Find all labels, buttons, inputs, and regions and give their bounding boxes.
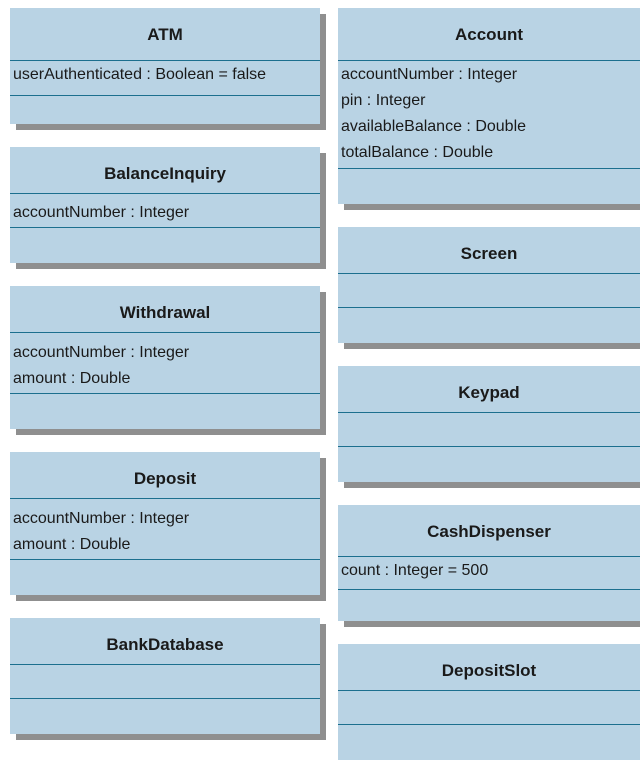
divider — [10, 698, 320, 699]
class-box-account: Account accountNumber : Integer pin : In… — [338, 8, 640, 204]
class-box-deposit-slot: DepositSlot — [338, 644, 640, 760]
class-name: Deposit — [133, 469, 197, 488]
attribute: accountNumber : Integer — [13, 204, 190, 221]
class-box-cash-dispenser: CashDispenser count : Integer = 500 — [338, 505, 640, 621]
attribute-list: userAuthenticated : Boolean = false — [10, 62, 320, 88]
class-name: BalanceInquiry — [104, 164, 226, 183]
attribute-list: accountNumber : Integer amount : Double — [10, 340, 320, 392]
class-box-atm: ATM userAuthenticated : Boolean = false — [10, 8, 320, 124]
divider — [338, 724, 640, 725]
divider — [338, 273, 640, 274]
attribute: amount : Double — [13, 536, 131, 553]
attribute: count : Integer = 500 — [341, 562, 489, 579]
divider — [10, 332, 320, 333]
class-box-withdrawal: Withdrawal accountNumber : Integer amoun… — [10, 286, 320, 429]
class-box-keypad: Keypad — [338, 366, 640, 482]
attribute: accountNumber : Integer — [13, 344, 190, 361]
attribute: pin : Integer — [341, 92, 426, 109]
divider — [338, 60, 640, 61]
attribute-list: accountNumber : Integer amount : Double — [10, 506, 320, 558]
divider — [10, 227, 320, 228]
attribute: availableBalance : Double — [341, 118, 527, 135]
class-name: Account — [455, 25, 523, 44]
attribute-list: count : Integer = 500 — [338, 558, 640, 584]
attribute: accountNumber : Integer — [341, 66, 518, 83]
class-box-screen: Screen — [338, 227, 640, 343]
attribute: totalBalance : Double — [341, 144, 494, 161]
class-box-balance-inquiry: BalanceInquiry accountNumber : Integer — [10, 147, 320, 263]
class-name: DepositSlot — [441, 661, 537, 680]
divider — [338, 412, 640, 413]
class-name: CashDispenser — [427, 522, 551, 541]
divider — [10, 95, 320, 96]
attribute: userAuthenticated : Boolean = false — [13, 66, 267, 83]
divider — [338, 446, 640, 447]
class-name: BankDatabase — [106, 635, 224, 654]
attribute-list: accountNumber : Integer pin : Integer av… — [338, 62, 640, 166]
divider — [338, 556, 640, 557]
divider — [338, 168, 640, 169]
divider — [10, 393, 320, 394]
divider — [338, 589, 640, 590]
divider — [10, 559, 320, 560]
class-name: Keypad — [458, 383, 520, 402]
divider — [338, 307, 640, 308]
divider — [10, 60, 320, 61]
divider — [338, 690, 640, 691]
divider — [10, 664, 320, 665]
attribute: amount : Double — [13, 370, 131, 387]
divider — [10, 498, 320, 499]
divider — [10, 193, 320, 194]
class-box-bank-database: BankDatabase — [10, 618, 320, 734]
attribute-list: accountNumber : Integer — [10, 200, 320, 226]
class-name: Screen — [460, 244, 518, 263]
class-name: Withdrawal — [119, 303, 211, 322]
attribute: accountNumber : Integer — [13, 510, 190, 527]
class-box-deposit: Deposit accountNumber : Integer amount :… — [10, 452, 320, 595]
class-name: ATM — [147, 25, 183, 44]
